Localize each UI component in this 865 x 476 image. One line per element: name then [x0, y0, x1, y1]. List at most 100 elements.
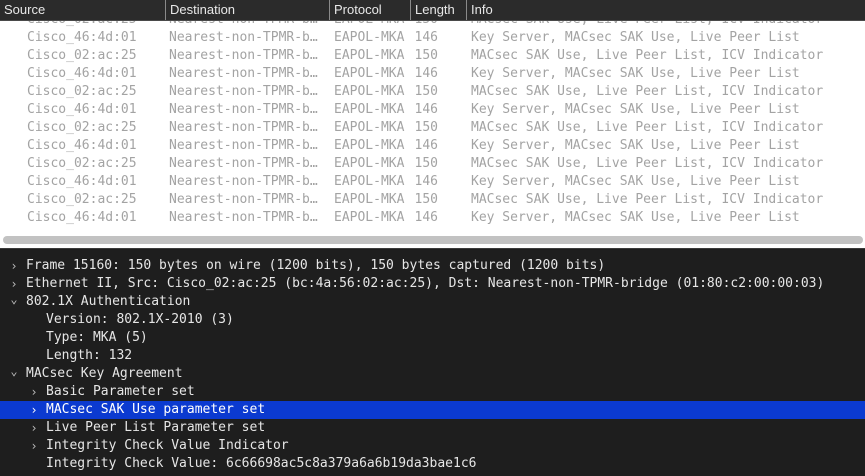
packet-source-cell: Cisco_02:ac:25: [27, 48, 137, 63]
detail-tree-label: Ethernet II, Src: Cisco_02:ac:25 (bc:4a:…: [26, 276, 825, 291]
detail-tree-row[interactable]: ⌄ MACsec Key Agreement: [0, 365, 865, 383]
horizontal-scrollbar[interactable]: [0, 232, 865, 248]
detail-tree-label: 802.1X Authentication: [26, 294, 191, 309]
packet-destination-cell: Nearest-non-TPMR-b…: [169, 138, 318, 153]
packet-row[interactable]: Cisco_02:ac:25Nearest-non-TPMR-b…EAPOL-M…: [0, 21, 865, 29]
packet-source-cell: Cisco_02:ac:25: [27, 84, 137, 99]
packet-info-cell: Key Server, MACsec SAK Use, Live Peer Li…: [471, 138, 800, 153]
column-header-info[interactable]: Info: [466, 0, 865, 20]
packet-row[interactable]: Cisco_46:4d:01 Nearest-non-TPMR-b… EAPOL-M…: [0, 29, 865, 47]
detail-tree-label: Integrity Check Value: 6c66698ac5c8a379a…: [46, 456, 477, 471]
packet-source-cell: Cisco_46:4d:01: [27, 210, 137, 225]
packet-destination-cell: Nearest-non-TPMR-b…: [169, 66, 318, 81]
packet-destination-cell: Nearest-non-TPMR-b…: [169, 210, 318, 225]
packet-length-cell: 150: [414, 156, 438, 171]
detail-tree-label: MACsec Key Agreement: [26, 366, 183, 381]
column-header-protocol[interactable]: Protocol: [329, 0, 409, 20]
packet-destination-cell: Nearest-non-TPMR-b…: [169, 84, 318, 99]
packet-destination-cell: Nearest-non-TPMR-b…: [169, 120, 318, 135]
packet-info-cell: MACsec SAK Use, Live Peer List, ICV Indi…: [471, 120, 824, 135]
packet-info-cell: Key Server, MACsec SAK Use, Live Peer Li…: [471, 210, 800, 225]
packet-source-cell: Cisco_02:ac:25: [27, 156, 137, 171]
packet-source-cell: Cisco_46:4d:01: [27, 30, 137, 45]
packet-length-cell: 146: [414, 174, 438, 189]
packet-length-cell: 150: [414, 120, 438, 135]
packet-row[interactable]: Cisco_02:ac:25Nearest-non-TPMR-b…EAPOL-M…: [0, 47, 865, 65]
column-header-source[interactable]: Source: [0, 0, 164, 20]
packet-length-cell: 146: [414, 30, 438, 45]
detail-tree-row[interactable]: › Ethernet II, Src: Cisco_02:ac:25 (bc:4a…: [0, 275, 865, 293]
packet-row[interactable]: Cisco_02:ac:25Nearest-non-TPMR-b…EAPOL-M…: [0, 155, 865, 173]
packet-list[interactable]: Cisco_02:ac:25Nearest-non-TPMR-b…EAPOL-M…: [0, 21, 865, 232]
packet-length-cell: 150: [388, 21, 438, 29]
packet-source-cell: Cisco_46:4d:01: [27, 138, 137, 153]
detail-tree-row[interactable]: › Integrity Check Value Indicator: [0, 437, 865, 455]
packet-source-cell: Cisco_02:ac:25: [27, 120, 137, 135]
packet-info-cell: MACsec SAK Use, Live Peer List, ICV Indi…: [471, 156, 824, 171]
packet-source-cell: Cisco_02:ac:25: [27, 192, 137, 207]
detail-tree-row[interactable]: Length: 132: [0, 347, 865, 365]
packet-info-cell: Key Server, MACsec SAK Use, Live Peer Li…: [471, 66, 800, 81]
packet-length-cell: 146: [414, 66, 438, 81]
chevron-right-icon[interactable]: ›: [28, 419, 40, 437]
column-header-length[interactable]: Length: [410, 0, 465, 20]
packet-info-cell: Key Server, MACsec SAK Use, Live Peer Li…: [471, 102, 800, 117]
packet-info-cell: MACsec SAK Use, Live Peer List, ICV Indi…: [471, 192, 824, 207]
detail-tree-row[interactable]: Type: MKA (5): [0, 329, 865, 347]
packet-row[interactable]: Cisco_46:4d:01 Nearest-non-TPMR-b… EAPOL-M…: [0, 173, 865, 191]
detail-tree-label: Live Peer List Parameter set: [46, 420, 266, 435]
packet-length-cell: 146: [414, 210, 438, 225]
packet-destination-cell: Nearest-non-TPMR-b…: [169, 192, 318, 207]
chevron-right-icon[interactable]: ›: [28, 383, 40, 401]
chevron-down-icon[interactable]: ⌄: [8, 293, 20, 311]
detail-tree-label: Frame 15160: 150 bytes on wire (1200 bit…: [26, 258, 606, 273]
packet-length-cell: 146: [414, 102, 438, 117]
chevron-right-icon[interactable]: ›: [28, 437, 40, 455]
chevron-down-icon[interactable]: ⌄: [8, 365, 20, 383]
detail-tree-label: Length: 132: [46, 348, 133, 363]
detail-tree-label: Integrity Check Value Indicator: [46, 438, 289, 453]
packet-source-cell: Cisco_46:4d:01: [27, 174, 137, 189]
detail-tree-row[interactable]: Integrity Check Value: 6c66698ac5c8a379a…: [0, 455, 865, 473]
packet-destination-cell: Nearest-non-TPMR-b…: [169, 30, 318, 45]
packet-list-header: Source Destination Protocol Length Info: [0, 0, 865, 21]
packet-row[interactable]: Cisco_46:4d:01 Nearest-non-TPMR-b… EAPOL-M…: [0, 209, 865, 227]
detail-tree-label: Basic Parameter set: [46, 384, 195, 399]
detail-tree-row[interactable]: › MACsec SAK Use parameter set: [0, 401, 865, 419]
packet-row[interactable]: Cisco_46:4d:01 Nearest-non-TPMR-b… EAPOL-M…: [0, 65, 865, 83]
packet-row[interactable]: Cisco_02:ac:25Nearest-non-TPMR-b…EAPOL-M…: [0, 191, 865, 209]
packet-row[interactable]: Cisco_46:4d:01 Nearest-non-TPMR-b… EAPOL-M…: [0, 137, 865, 155]
packet-row[interactable]: Cisco_02:ac:25Nearest-non-TPMR-b…EAPOL-M…: [0, 119, 865, 137]
packet-destination-cell: Nearest-non-TPMR-b…: [169, 174, 318, 189]
detail-tree-row[interactable]: Version: 802.1X-2010 (3): [0, 311, 865, 329]
detail-tree-label: MACsec SAK Use parameter set: [46, 402, 266, 417]
packet-info-cell: MACsec SAK Use, Live Peer List, ICV Indi…: [471, 21, 863, 29]
column-header-destination[interactable]: Destination: [165, 0, 328, 20]
packet-row[interactable]: Cisco_02:ac:25Nearest-non-TPMR-b…EAPOL-M…: [0, 83, 865, 101]
detail-tree-row[interactable]: › Frame 15160: 150 bytes on wire (1200 bi…: [0, 257, 865, 275]
packet-source-cell: Cisco_02:ac:25: [27, 21, 165, 29]
scrollbar-thumb[interactable]: [3, 236, 863, 244]
packet-info-cell: Key Server, MACsec SAK Use, Live Peer Li…: [471, 30, 800, 45]
detail-tree-label: Version: 802.1X-2010 (3): [46, 312, 234, 327]
packet-info-cell: Key Server, MACsec SAK Use, Live Peer Li…: [471, 174, 800, 189]
packet-source-cell: Cisco_46:4d:01: [27, 102, 137, 117]
chevron-right-icon[interactable]: ›: [28, 401, 40, 419]
chevron-right-icon[interactable]: ›: [8, 257, 20, 275]
packet-destination-cell: Nearest-non-TPMR-b…: [169, 48, 318, 63]
detail-tree-row[interactable]: › Basic Parameter set: [0, 383, 865, 401]
packet-length-cell: 150: [414, 84, 438, 99]
pane-divider[interactable]: [0, 248, 865, 257]
packet-length-cell: 150: [414, 48, 438, 63]
packet-destination-cell: Nearest-non-TPMR-b…: [169, 102, 318, 117]
chevron-right-icon[interactable]: ›: [8, 275, 20, 293]
packet-info-cell: MACsec SAK Use, Live Peer List, ICV Indi…: [471, 48, 824, 63]
detail-tree-row[interactable]: › Live Peer List Parameter set: [0, 419, 865, 437]
packet-destination-cell: Nearest-non-TPMR-b…: [169, 156, 318, 171]
packet-row[interactable]: Cisco_46:4d:01 Nearest-non-TPMR-b… EAPOL-M…: [0, 101, 865, 119]
packet-details-tree[interactable]: › Frame 15160: 150 bytes on wire (1200 bi…: [0, 257, 865, 476]
packet-info-cell: MACsec SAK Use, Live Peer List, ICV Indi…: [471, 84, 824, 99]
packet-source-cell: Cisco_46:4d:01: [27, 66, 137, 81]
packet-destination-cell: Nearest-non-TPMR-b…: [169, 21, 329, 29]
detail-tree-row[interactable]: ⌄ 802.1X Authentication: [0, 293, 865, 311]
